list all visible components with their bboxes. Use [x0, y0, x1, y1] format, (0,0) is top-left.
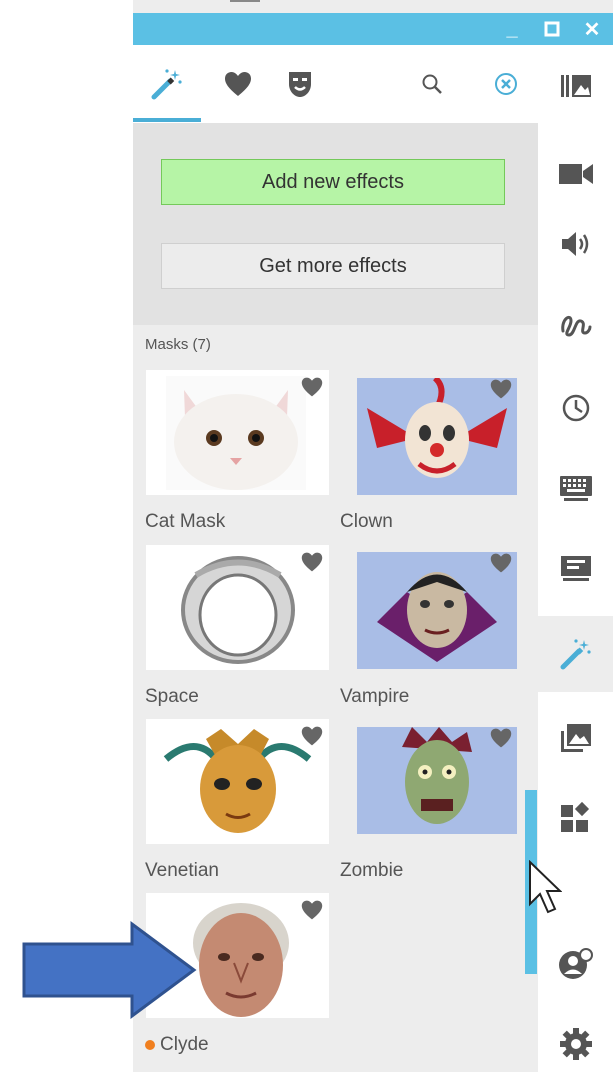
sidebar-item-audio[interactable]: [538, 206, 613, 282]
top-edge-line: [230, 0, 260, 2]
tab-favorites[interactable]: [216, 45, 260, 123]
mask-label-space: Space: [145, 686, 199, 707]
annotation-arrow: [22, 921, 197, 1019]
mask-tile-space[interactable]: [146, 545, 329, 670]
maximize-icon: [544, 21, 560, 37]
favorite-heart-icon[interactable]: [490, 727, 512, 749]
mask-tile-zombie[interactable]: [357, 727, 517, 834]
mouse-cursor-icon: [529, 860, 562, 914]
add-new-effects-button[interactable]: Add new effects: [161, 159, 505, 205]
mask-label-clown: Clown: [340, 511, 393, 532]
mask-icon: [289, 72, 311, 97]
favorite-heart-icon[interactable]: [490, 552, 512, 574]
effects-actions-panel: [133, 123, 538, 325]
mask-label-clyde: Clyde: [145, 1034, 209, 1056]
video-camera-icon: [558, 164, 593, 184]
sidebar-item-camera[interactable]: [538, 136, 613, 212]
avatar-icon: [558, 948, 593, 979]
tab-effects[interactable]: [133, 45, 201, 123]
sidebar-item-apps[interactable]: [538, 780, 613, 856]
mask-tile-vampire[interactable]: [357, 552, 517, 669]
favorite-heart-icon[interactable]: [301, 551, 323, 573]
keyboard-icon: [559, 476, 592, 501]
favorite-heart-icon[interactable]: [301, 899, 323, 921]
apps-icon: [560, 801, 589, 832]
speaker-icon: [561, 232, 588, 256]
search-icon: [422, 74, 442, 94]
masks-section-label: Masks (7): [145, 336, 211, 353]
heart-icon: [225, 72, 251, 96]
favorite-heart-icon[interactable]: [301, 376, 323, 398]
minimize-icon: _: [506, 17, 518, 40]
mask-tile-cat[interactable]: [146, 370, 329, 495]
mask-label-cat: Cat Mask: [145, 511, 226, 532]
close-button[interactable]: ✕: [574, 13, 610, 45]
close-icon: ✕: [583, 18, 601, 41]
images-icon: [560, 724, 591, 752]
presentation-icon: [560, 556, 591, 581]
mask-tile-clown[interactable]: [357, 378, 517, 495]
maximize-button[interactable]: [534, 13, 570, 45]
sidebar-item-avatar[interactable]: [538, 926, 613, 1002]
active-tab-indicator: [133, 118, 201, 122]
sidebar-item-presentation[interactable]: [538, 530, 613, 606]
search-button[interactable]: [416, 45, 448, 123]
sidebar-item-images[interactable]: [538, 700, 613, 776]
clear-search-button[interactable]: [488, 45, 524, 123]
magic-wand-icon: [560, 639, 591, 670]
tab-masks[interactable]: [278, 45, 322, 123]
favorite-heart-icon[interactable]: [490, 378, 512, 400]
get-more-effects-label: Get more effects: [259, 254, 407, 277]
minimize-button[interactable]: _: [494, 13, 530, 45]
sidebar-item-effects[interactable]: [538, 616, 613, 692]
get-more-effects-button[interactable]: Get more effects: [161, 243, 505, 289]
mask-label-venetian: Venetian: [145, 860, 219, 881]
sidebar-item-keyboard[interactable]: [538, 450, 613, 526]
sidebar-item-annotate[interactable]: [538, 286, 613, 362]
gallery-icon: [560, 75, 591, 97]
add-new-effects-label: Add new effects: [262, 170, 404, 193]
mask-label-vampire: Vampire: [340, 686, 410, 707]
mask-label-clyde-text: Clyde: [160, 1034, 209, 1055]
status-dot: [145, 1039, 155, 1050]
mask-tile-venetian[interactable]: [146, 719, 329, 844]
sidebar-item-history[interactable]: [538, 370, 613, 446]
squiggle-icon: [560, 315, 591, 337]
clear-circle-icon: [495, 73, 517, 95]
magic-wand-icon: [151, 69, 182, 100]
settings-gear-icon: [559, 1028, 592, 1060]
clock-icon: [562, 394, 589, 422]
sidebar-item-settings[interactable]: [538, 1006, 613, 1082]
mask-label-zombie: Zombie: [340, 860, 404, 881]
sidebar-item-gallery[interactable]: [538, 48, 613, 124]
favorite-heart-icon[interactable]: [301, 725, 323, 747]
